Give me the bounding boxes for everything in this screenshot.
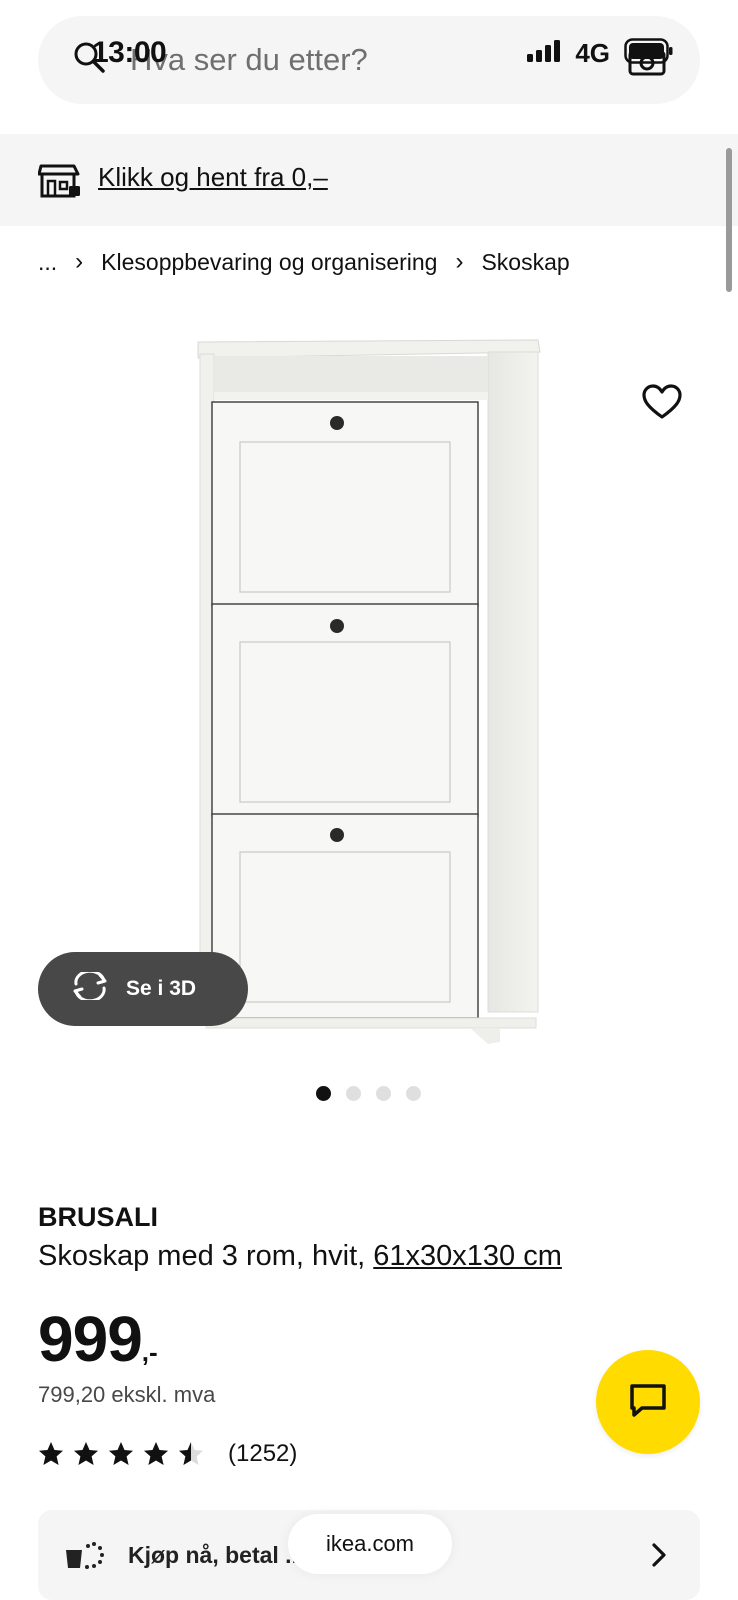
price-value: 999 [38, 1303, 143, 1375]
carousel-dot[interactable] [406, 1086, 421, 1101]
star-icon [74, 1442, 98, 1465]
product-page: Hva ser du etter? 13:00 4G Klikk og hent… [0, 0, 738, 1600]
product-dimensions-link[interactable]: 61x30x130 cm [373, 1240, 562, 1272]
chevron-right-icon: › [75, 248, 84, 275]
price-suffix: ,- [141, 1337, 158, 1367]
pay-later-icon [64, 1540, 104, 1575]
store-icon [37, 162, 82, 205]
breadcrumb-ellipsis[interactable]: ... [38, 249, 57, 276]
rotate-3d-icon [70, 969, 110, 1006]
star-icon [144, 1442, 168, 1465]
status-time: 13:00 [92, 36, 167, 69]
breadcrumb: ... › Klesoppbevaring og organisering › … [38, 248, 570, 276]
network-label: 4G [575, 38, 610, 68]
product-description: Skoskap med 3 rom, hvit, 61x30x130 cm [38, 1240, 562, 1273]
browser-url-pill[interactable]: ikea.com [288, 1514, 452, 1574]
carousel-dot[interactable] [316, 1086, 331, 1101]
rating-count: (1252) [228, 1440, 298, 1467]
star-icon [179, 1442, 203, 1465]
status-indicators: 4G [527, 38, 674, 69]
star-icon [39, 1442, 63, 1465]
chat-button[interactable] [596, 1350, 700, 1454]
product-price: 999,- [38, 1302, 158, 1376]
star-icon [109, 1442, 133, 1465]
scrollbar[interactable] [726, 148, 732, 292]
click-collect-banner[interactable]: Klikk og hent fra 0,– [0, 134, 738, 226]
carousel-dot[interactable] [346, 1086, 361, 1101]
chevron-right-icon: › [455, 248, 464, 275]
product-name: BRUSALI [38, 1202, 158, 1232]
rating-stars [38, 1441, 204, 1467]
carousel-dot[interactable] [376, 1086, 391, 1101]
pay-later-label: Kjøp nå, betal ... [128, 1542, 305, 1568]
price-excl-vat: 799,20 ekskl. mva [38, 1382, 216, 1407]
see-in-3d-label: Se i 3D [126, 977, 197, 1000]
favourite-heart-icon[interactable] [642, 384, 682, 425]
click-collect-link[interactable]: Klikk og hent fra 0,– [98, 162, 328, 193]
product-description-text: Skoskap med 3 rom, hvit, [38, 1240, 374, 1272]
product-rating[interactable]: (1252) [38, 1440, 297, 1468]
chat-icon [628, 1382, 668, 1423]
carousel-pagination[interactable] [316, 1086, 421, 1101]
signal-icon [527, 40, 561, 67]
chevron-right-icon [650, 1542, 668, 1573]
see-in-3d-button[interactable]: Se i 3D [38, 952, 248, 1026]
breadcrumb-item-clothes-storage[interactable]: Klesoppbevaring og organisering [101, 249, 437, 276]
breadcrumb-item-shoe-cabinets[interactable]: Skoskap [481, 249, 569, 276]
battery-icon [624, 38, 674, 69]
